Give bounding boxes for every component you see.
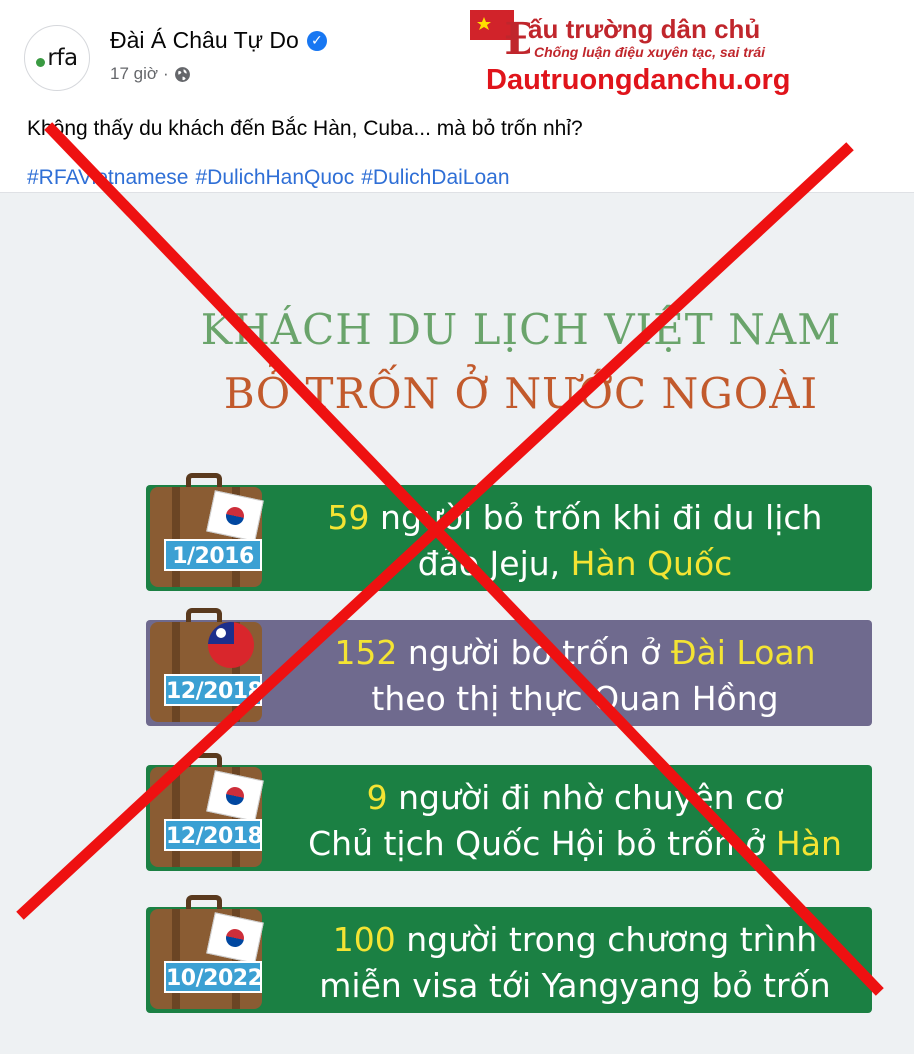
taiwan-flag-icon xyxy=(208,622,254,668)
suitcase-icon: 10/2022 xyxy=(146,895,268,1015)
date-tag: 1/2016 xyxy=(164,539,262,571)
row-text: 100 người trong chương trình miễn visa t… xyxy=(319,920,831,1005)
watermark-slogan: Chống luận điệu xuyên tạc, sai trái xyxy=(534,44,766,60)
watermark-logo-letter: Đ xyxy=(504,14,530,60)
infographic-row: 12/2018 152 người bỏ trốn ở Đài Loan the… xyxy=(146,608,872,726)
watermark-title: ấu trường dân chủ xyxy=(528,14,761,44)
row-text: 9 người đi nhờ chuyên cơ Chủ tịch Quốc H… xyxy=(308,778,842,863)
infographic-title-line1: KHÁCH DU LỊCH VIỆT NAM xyxy=(200,305,842,354)
hashtag-link[interactable]: #DulichHanQuoc xyxy=(195,166,354,190)
row-text: 152 người bỏ trốn ở Đài Loan theo thị th… xyxy=(334,633,816,718)
hashtag-link[interactable]: #DulichDaiLoan xyxy=(361,166,509,190)
suitcase-icon: 12/2018 xyxy=(146,753,268,873)
date-tag: 12/2018 xyxy=(164,674,263,706)
page-avatar[interactable]: rfa xyxy=(24,25,90,91)
watermark-url: Dautruongdanchu.org xyxy=(486,64,791,96)
hashtag-list: #RFAVietnamese #DulichHanQuoc #DulichDai… xyxy=(27,166,510,190)
page-name-label[interactable]: Đài Á Châu Tự Do xyxy=(110,27,299,54)
suitcase-icon: 1/2016 xyxy=(146,473,268,593)
watermark-logo-icon: Đ xyxy=(470,10,530,60)
avatar-text: rfa xyxy=(47,45,78,71)
suitcase-icon: 12/2018 xyxy=(146,608,268,728)
row-text: 59 người bỏ trốn khi đi du lịch đảo Jeju… xyxy=(327,498,823,583)
globe-icon[interactable] xyxy=(174,66,191,83)
infographic-row: 12/2018 9 người đi nhờ chuyên cơ Chủ tịc… xyxy=(146,753,872,871)
verified-badge-icon: ✓ xyxy=(306,30,327,51)
rfa-logo: rfa xyxy=(36,45,78,71)
rfa-logo-dot-icon xyxy=(36,57,46,67)
date-tag: 10/2022 xyxy=(164,961,263,993)
post-time[interactable]: 17 giờ xyxy=(110,64,158,84)
meta-separator: · xyxy=(163,64,169,83)
page-name[interactable]: Đài Á Châu Tự Do ✓ xyxy=(110,27,327,54)
post-meta: 17 giờ · xyxy=(110,64,191,84)
date-tag: 12/2018 xyxy=(164,819,263,851)
hashtag-link[interactable]: #RFAVietnamese xyxy=(27,166,188,190)
post-image[interactable]: KHÁCH DU LỊCH VIỆT NAM BỎ TRỐN Ở NƯỚC NG… xyxy=(0,193,914,1054)
infographic-title-line2: BỎ TRỐN Ở NƯỚC NGOÀI xyxy=(223,369,819,418)
post-text: Không thấy du khách đến Bắc Hàn, Cuba...… xyxy=(27,117,583,140)
watermark: Đ ấu trường dân chủ Chống luận điệu xuyê… xyxy=(468,8,868,98)
infographic-row: 10/2022 100 người trong chương trình miễ… xyxy=(146,895,872,1013)
infographic-row: 1/2016 59 người bỏ trốn khi đi du lịch đ… xyxy=(146,473,872,591)
